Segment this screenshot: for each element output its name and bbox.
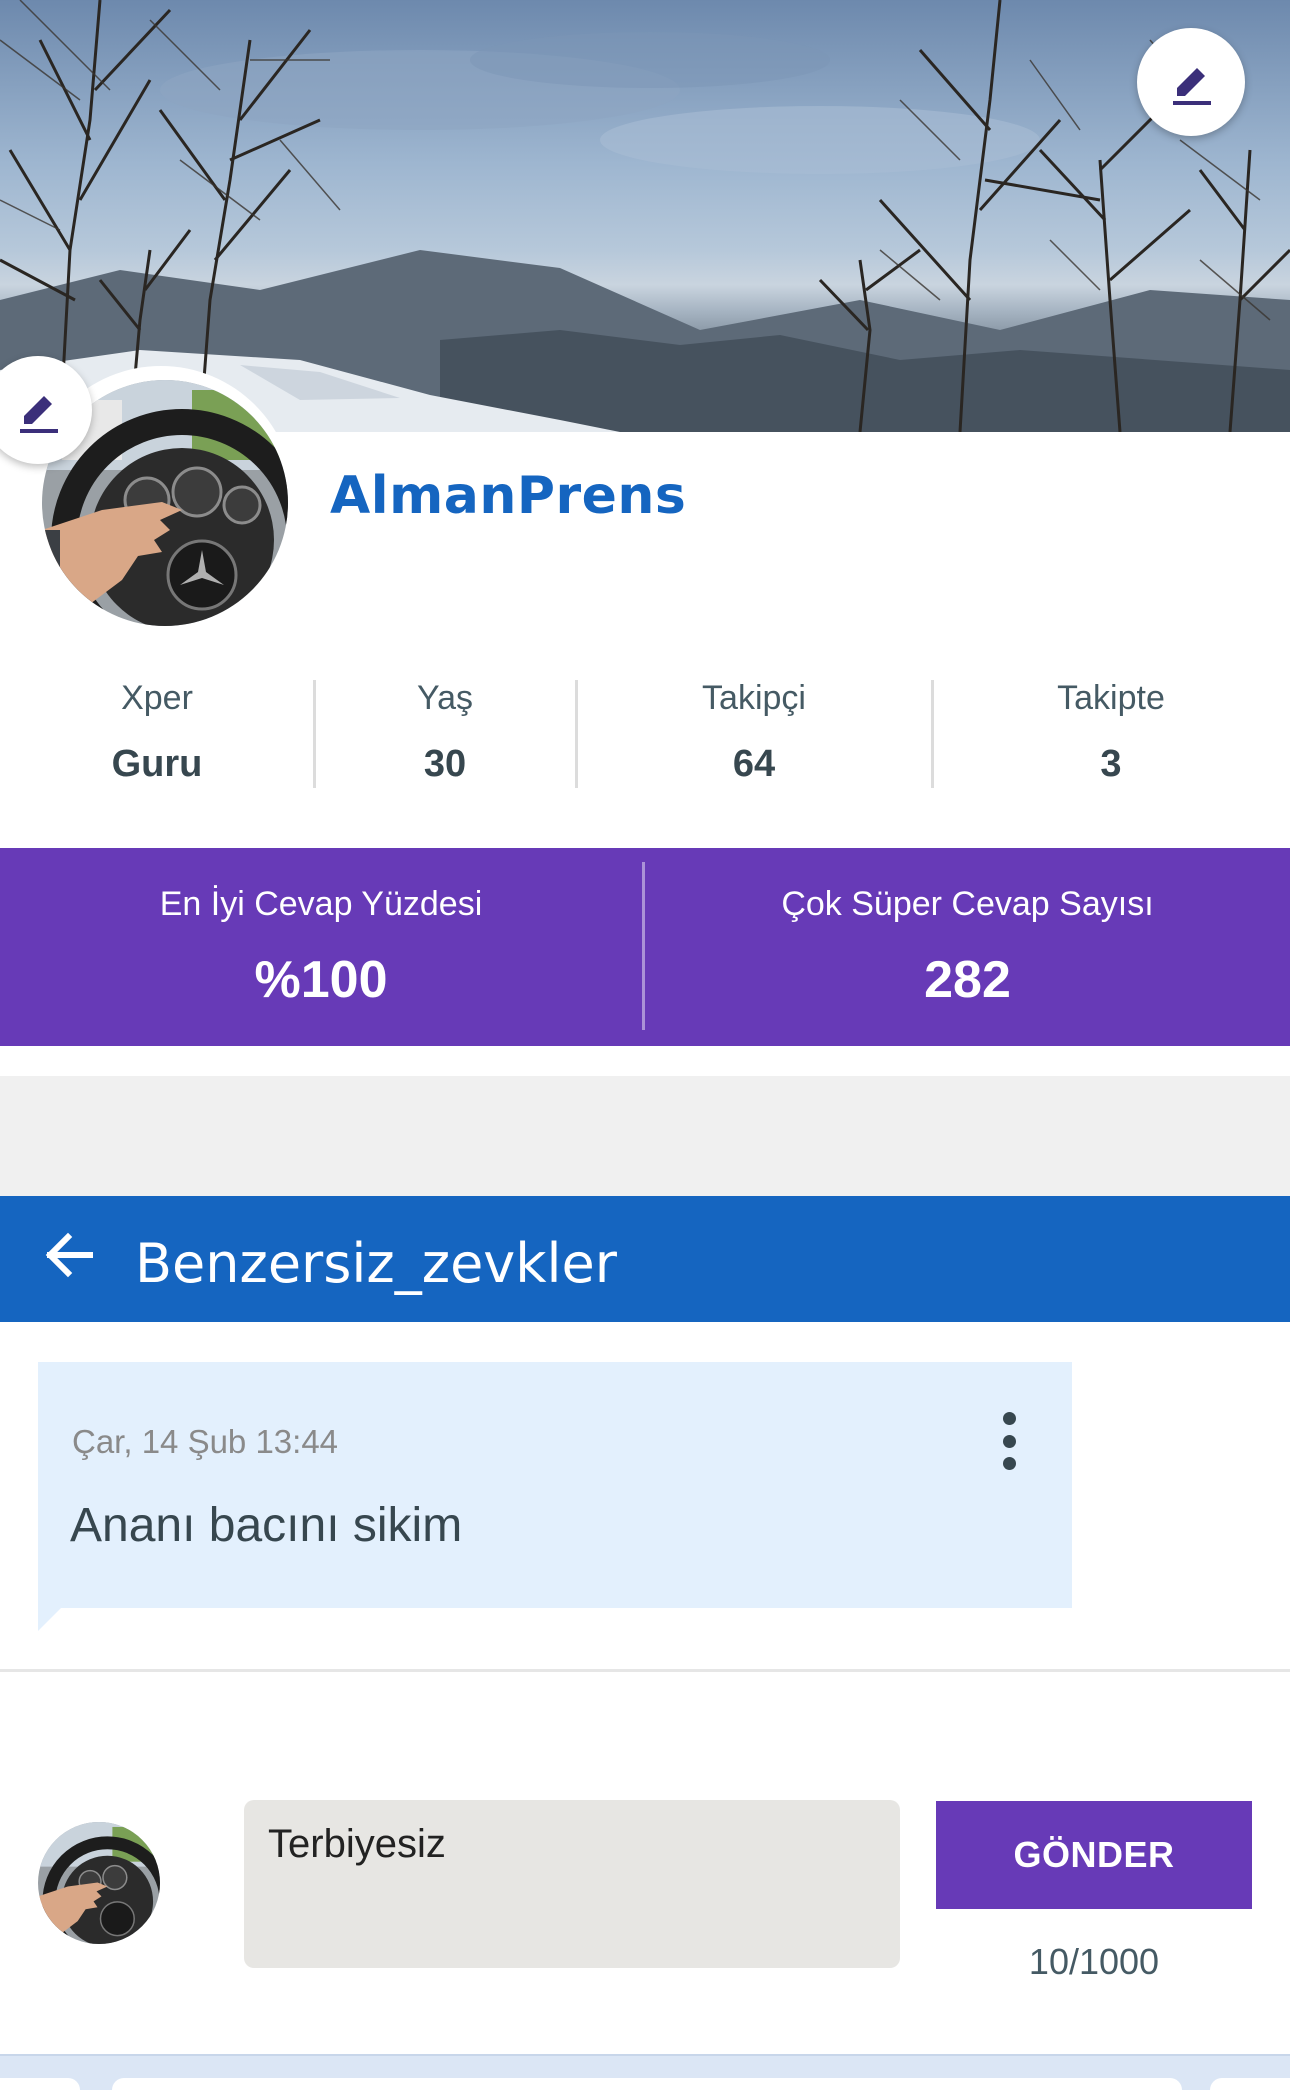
stat-label: Takipte [1057, 679, 1165, 717]
more-vertical-icon [1002, 1412, 1016, 1425]
character-counter: 10/1000 [1028, 1941, 1160, 1982]
stat-xper: Xper Guru [0, 676, 314, 794]
profile-username: AlmanPrens [330, 466, 687, 526]
message-bubble: Çar, 14 Şub 13:44 Ananı bacını sikim [38, 1362, 1072, 1608]
bottom-nav-item[interactable] [112, 2078, 1182, 2090]
pencil-icon [1173, 68, 1211, 105]
profile-stats: Xper Guru Yaş 30 Takipçi 64 Takipte 3 [0, 676, 1290, 794]
divider [0, 1669, 1290, 1672]
reply-avatar [38, 1822, 160, 1944]
message-bubble-tail [38, 1607, 62, 1631]
stat-value: Guru [111, 743, 203, 785]
stat-label: Xper [121, 679, 193, 717]
stat-label: Takipçi [702, 679, 806, 717]
cover-landscape-image [0, 0, 1290, 432]
super-answer-count: Çok Süper Cevap Sayısı 282 [645, 848, 1290, 1046]
stat-value: 3 [1100, 743, 1122, 785]
highlight-value: 282 [924, 951, 1011, 1009]
stat-divider [313, 680, 316, 788]
stat-divider [575, 680, 578, 788]
conversation-title: Benzersiz_zevkler [135, 1232, 617, 1295]
back-button[interactable] [34, 1220, 104, 1290]
stat-value: 30 [423, 743, 467, 785]
conversation-header: Benzersiz_zevkler [0, 1196, 1290, 1322]
stat-followers[interactable]: Takipçi 64 [576, 676, 932, 794]
send-button[interactable]: GÖNDER [936, 1801, 1252, 1909]
stat-value: 64 [732, 743, 776, 785]
highlight-divider [642, 862, 645, 1030]
bottom-nav-item[interactable] [1210, 2078, 1290, 2090]
highlights-band: En İyi Cevap Yüzdesi %100 Çok Süper Ceva… [0, 848, 1290, 1046]
highlight-value: %100 [254, 951, 388, 1009]
message-text: Ananı bacını sikim [70, 1499, 463, 1552]
message-options-button[interactable] [986, 1406, 1032, 1476]
highlight-label: En İyi Cevap Yüzdesi [159, 885, 483, 923]
highlight-label: Çok Süper Cevap Sayısı [781, 885, 1154, 923]
stat-divider [931, 680, 934, 788]
cover-photo [0, 0, 1290, 432]
stat-age: Yaş 30 [314, 676, 576, 794]
arrow-left-icon [45, 1232, 93, 1278]
edit-cover-button[interactable] [1137, 28, 1245, 136]
stat-label: Yaş [416, 679, 474, 717]
section-spacer [0, 1076, 1290, 1196]
stat-following[interactable]: Takipte 3 [932, 676, 1290, 794]
message-date: Çar, 14 Şub 13:44 [72, 1423, 339, 1460]
bottom-nav-item[interactable] [0, 2078, 80, 2090]
pencil-icon [20, 396, 58, 433]
best-answer-percentage: En İyi Cevap Yüzdesi %100 [0, 848, 642, 1046]
reply-input[interactable]: Terbiyesiz [244, 1800, 900, 1968]
avatar-image [38, 1822, 160, 1944]
